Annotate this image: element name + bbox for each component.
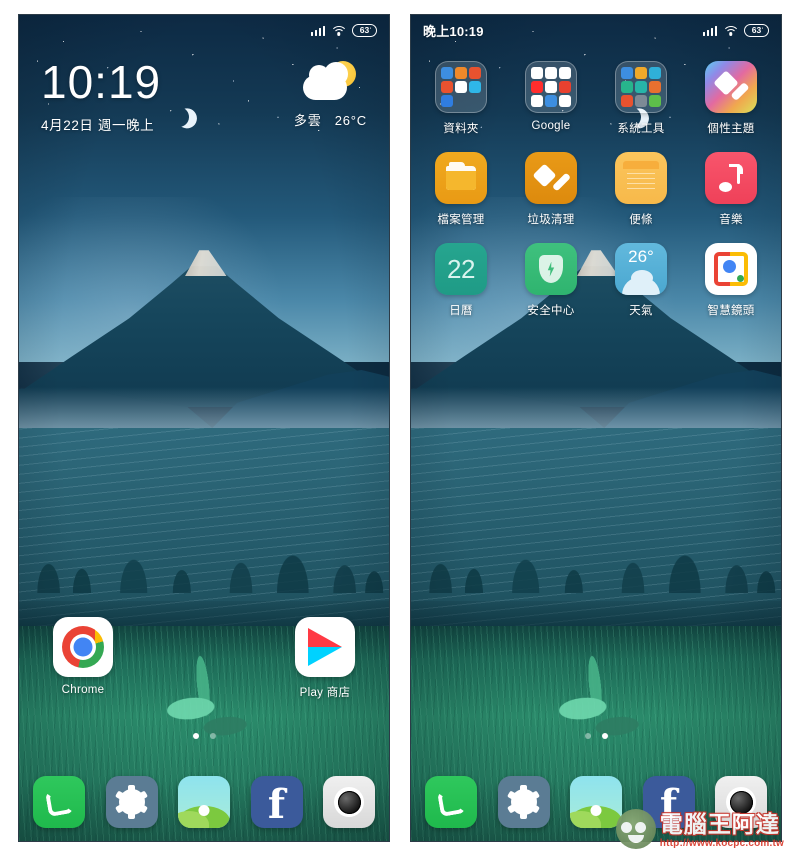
notes-icon [615, 152, 667, 204]
gear-icon[interactable] [105, 776, 158, 828]
app-file-manager[interactable]: 檔案管理 [421, 152, 501, 227]
page-dot-1[interactable] [584, 733, 591, 739]
app-calendar[interactable]: 22 日曆 [421, 243, 501, 318]
app-themes[interactable]: 個性主題 [691, 61, 771, 136]
weather-icon-temp: 26° [628, 247, 654, 266]
app-label: 智慧鏡頭 [707, 305, 755, 317]
phone-screen-right: 晚上10:19 63 資料夾 Google 系統工具 個性主題 檔案管理 垃圾清… [410, 14, 782, 842]
weather-widget[interactable]: 多雲 26°C [294, 59, 367, 129]
app-chrome[interactable]: Chrome [43, 617, 123, 700]
calendar-icon: 22 [435, 243, 487, 295]
status-bar-right: 晚上10:19 63 [411, 15, 781, 45]
security-icon [525, 243, 577, 295]
status-icons: 63 [702, 23, 769, 37]
facebook-glyph: f [267, 781, 286, 828]
app-play-store[interactable]: Play 商店 [285, 617, 365, 700]
app-label: 日曆 [449, 305, 473, 317]
app-folder-system-tools[interactable]: 系統工具 [601, 61, 681, 136]
music-icon [705, 152, 757, 204]
status-bar-left: 63 [19, 15, 389, 45]
app-label: 資料夾 [443, 123, 479, 135]
app-label: 檔案管理 [437, 214, 485, 226]
status-time: 晚上10:19 [423, 23, 484, 39]
watermark-url: http://www.kocpc.com.tw [659, 838, 784, 849]
signal-bars-icon [702, 25, 717, 36]
camera-icon[interactable] [323, 776, 375, 828]
watermark: 電腦王阿達 http://www.kocpc.com.tw [615, 809, 784, 849]
system-tools-folder-icon [615, 61, 667, 113]
app-label: Chrome [61, 684, 105, 696]
app-label: 天氣 [629, 305, 653, 317]
wifi-icon [722, 25, 739, 36]
chrome-icon [53, 617, 113, 677]
folder-icon [435, 61, 487, 113]
file-manager-icon [435, 152, 487, 204]
app-label: 系統工具 [617, 123, 665, 135]
app-weather[interactable]: 26° 天氣 [601, 243, 681, 318]
app-label: Google [531, 120, 571, 132]
app-label: Play 商店 [299, 687, 351, 699]
app-label: 安全中心 [527, 305, 575, 317]
app-label: 個性主題 [707, 123, 755, 135]
page-dot-1[interactable] [192, 733, 199, 739]
page-dot-2[interactable] [209, 733, 216, 739]
app-folder-general[interactable]: 資料夾 [421, 61, 501, 136]
clock-time: 10:19 [41, 56, 162, 108]
wifi-icon [330, 25, 347, 36]
app-row-1: 資料夾 Google 系統工具 個性主題 [421, 61, 771, 136]
clock-weather-widget[interactable]: 10:19 4月22日 週一晚上 多雲 26°C [19, 59, 389, 134]
home-icons-left: Chrome Play 商店 [19, 617, 389, 700]
clock-block[interactable]: 10:19 4月22日 週一晚上 [41, 59, 161, 134]
app-grid: 資料夾 Google 系統工具 個性主題 檔案管理 垃圾清理 便條 音樂 22 … [411, 61, 781, 334]
phone-screen-left: 63 10:19 4月22日 週一晚上 多雲 26°C Chrome Play … [18, 14, 390, 842]
clock-date: 4月22日 週一晚上 [41, 118, 155, 133]
app-music[interactable]: 音樂 [691, 152, 771, 227]
app-security[interactable]: 安全中心 [511, 243, 591, 318]
gear-icon[interactable] [497, 776, 550, 828]
weather-temperature: 26°C [334, 113, 367, 128]
app-row-2: 檔案管理 垃圾清理 便條 音樂 [421, 152, 771, 227]
wallpaper-vignette [19, 15, 389, 841]
page-indicator-right[interactable] [411, 733, 781, 739]
signal-bars-icon [310, 25, 325, 36]
weather-text: 多雲 26°C [294, 110, 367, 129]
gallery-icon[interactable] [570, 776, 622, 828]
screenshot-stage: 63 10:19 4月22日 週一晚上 多雲 26°C Chrome Play … [0, 0, 800, 855]
calendar-day: 22 [447, 253, 475, 284]
app-label: 垃圾清理 [527, 214, 575, 226]
facebook-icon[interactable]: f [250, 776, 303, 828]
dock-left: f [19, 776, 389, 828]
page-indicator-left[interactable] [19, 733, 389, 739]
status-icons: 63 [310, 23, 377, 37]
battery-icon: 63 [352, 23, 377, 37]
play-store-icon [295, 617, 355, 677]
app-row-3: 22 日曆 安全中心 26° 天氣 智慧鏡頭 [421, 243, 771, 318]
cleaner-icon [525, 152, 577, 204]
page-dot-2[interactable] [601, 733, 608, 739]
app-folder-google[interactable]: Google [511, 61, 591, 136]
app-notes[interactable]: 便條 [601, 152, 681, 227]
wallpaper-left [19, 15, 389, 841]
google-folder-icon [525, 61, 577, 113]
mascot-icon [615, 809, 656, 849]
gallery-icon[interactable] [178, 776, 230, 828]
battery-icon: 63 [744, 23, 769, 37]
weather-icon: 26° [615, 243, 667, 295]
phone-icon[interactable] [33, 776, 85, 828]
app-label: 便條 [629, 214, 653, 226]
app-label: 音樂 [719, 214, 743, 226]
watermark-text: 電腦王阿達 http://www.kocpc.com.tw [660, 813, 784, 849]
weather-condition: 多雲 [293, 113, 322, 128]
phone-icon[interactable] [425, 776, 477, 828]
app-google-lens[interactable]: 智慧鏡頭 [691, 243, 771, 318]
cloud-icon [303, 62, 349, 100]
google-lens-icon [705, 243, 757, 295]
watermark-site-name: 電腦王阿達 [659, 811, 780, 837]
app-cleaner[interactable]: 垃圾清理 [511, 152, 591, 227]
themes-icon [705, 61, 757, 113]
partly-cloudy-icon [302, 61, 358, 103]
